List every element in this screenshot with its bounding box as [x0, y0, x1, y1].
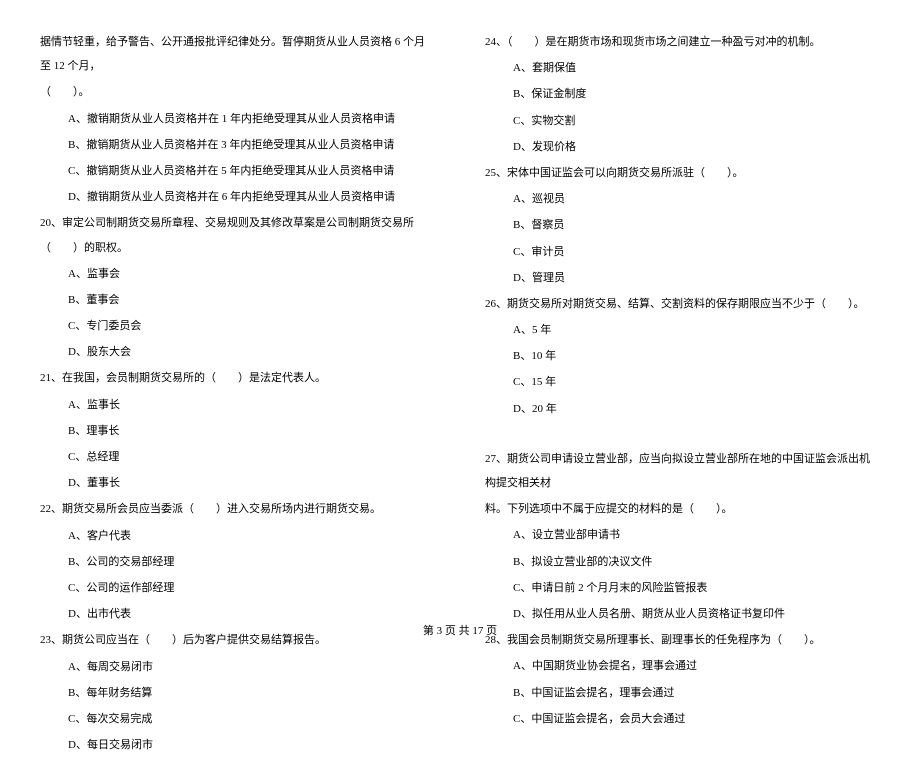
q19-option-c: C、撤销期货从业人员资格并在 5 年内拒绝受理其从业人员资格申请	[40, 159, 435, 183]
q20-option-b: B、董事会	[40, 288, 435, 312]
q19-option-d: D、撤销期货从业人员资格并在 6 年内拒绝受理其从业人员资格申请	[40, 185, 435, 209]
q20-text: 20、审定公司制期货交易所章程、交易规则及其修改草案是公司制期货交易所（ ）的职…	[40, 211, 435, 259]
q19-option-a: A、撤销期货从业人员资格并在 1 年内拒绝受理其从业人员资格申请	[40, 107, 435, 131]
q22-option-c: C、公司的运作部经理	[40, 576, 435, 600]
q27-option-a: A、设立营业部申请书	[485, 523, 880, 547]
q22-text: 22、期货交易所会员应当委派（ ）进入交易所场内进行期货交易。	[40, 497, 435, 521]
q26-option-c: C、15 年	[485, 370, 880, 394]
q22-option-a: A、客户代表	[40, 524, 435, 548]
q20-option-a: A、监事会	[40, 262, 435, 286]
q19-intro-line2: （ ）。	[40, 80, 435, 104]
left-column: 据情节轻重，给予警告、公开通报批评纪律处分。暂停期货从业人员资格 6 个月至 1…	[40, 30, 435, 610]
q23-option-c: C、每次交易完成	[40, 707, 435, 731]
q22-option-b: B、公司的交易部经理	[40, 550, 435, 574]
q21-option-c: C、总经理	[40, 445, 435, 469]
q23-option-d: D、每日交易闭市	[40, 733, 435, 757]
q24-option-b: B、保证金制度	[485, 82, 880, 106]
q27-option-b: B、拟设立营业部的决议文件	[485, 550, 880, 574]
q21-option-a: A、监事长	[40, 393, 435, 417]
q25-text: 25、宋体中国证监会可以向期货交易所派驻（ ）。	[485, 161, 880, 185]
q23-option-a: A、每周交易闭市	[40, 655, 435, 679]
q25-option-c: C、审计员	[485, 240, 880, 264]
q25-option-d: D、管理员	[485, 266, 880, 290]
q25-option-b: B、督察员	[485, 213, 880, 237]
q27-option-c: C、申请日前 2 个月月末的风险监管报表	[485, 576, 880, 600]
q25-option-a: A、巡视员	[485, 187, 880, 211]
q26-text: 26、期货交易所对期货交易、结算、交割资料的保存期限应当不少于（ ）。	[485, 292, 880, 316]
q24-text: 24、（ ）是在期货市场和现货市场之间建立一种盈亏对冲的机制。	[485, 30, 880, 54]
q20-option-c: C、专门委员会	[40, 314, 435, 338]
right-column: 24、（ ）是在期货市场和现货市场之间建立一种盈亏对冲的机制。 A、套期保值 B…	[485, 30, 880, 610]
q20-option-d: D、股东大会	[40, 340, 435, 364]
q21-text: 21、在我国，会员制期货交易所的（ ）是法定代表人。	[40, 366, 435, 390]
q28-option-c: C、中国证监会提名，会员大会通过	[485, 707, 880, 731]
q21-option-b: B、理事长	[40, 419, 435, 443]
q26-option-a: A、5 年	[485, 318, 880, 342]
q23-option-b: B、每年财务结算	[40, 681, 435, 705]
q19-intro-line1: 据情节轻重，给予警告、公开通报批评纪律处分。暂停期货从业人员资格 6 个月至 1…	[40, 30, 435, 78]
q28-option-b: B、中国证监会提名，理事会通过	[485, 681, 880, 705]
q19-option-b: B、撤销期货从业人员资格并在 3 年内拒绝受理其从业人员资格申请	[40, 133, 435, 157]
q21-option-d: D、董事长	[40, 471, 435, 495]
q26-option-b: B、10 年	[485, 344, 880, 368]
q24-option-c: C、实物交割	[485, 109, 880, 133]
q24-option-d: D、发现价格	[485, 135, 880, 159]
q28-option-a: A、中国期货业协会提名，理事会通过	[485, 654, 880, 678]
q24-option-a: A、套期保值	[485, 56, 880, 80]
q27-text-line1: 27、期货公司申请设立营业部，应当向拟设立营业部所在地的中国证监会派出机构提交相…	[485, 447, 880, 495]
q27-text-line2: 料。下列选项中不属于应提交的材料的是（ ）。	[485, 497, 880, 521]
q26-option-d: D、20 年	[485, 397, 880, 421]
page-footer: 第 3 页 共 17 页	[0, 622, 920, 638]
